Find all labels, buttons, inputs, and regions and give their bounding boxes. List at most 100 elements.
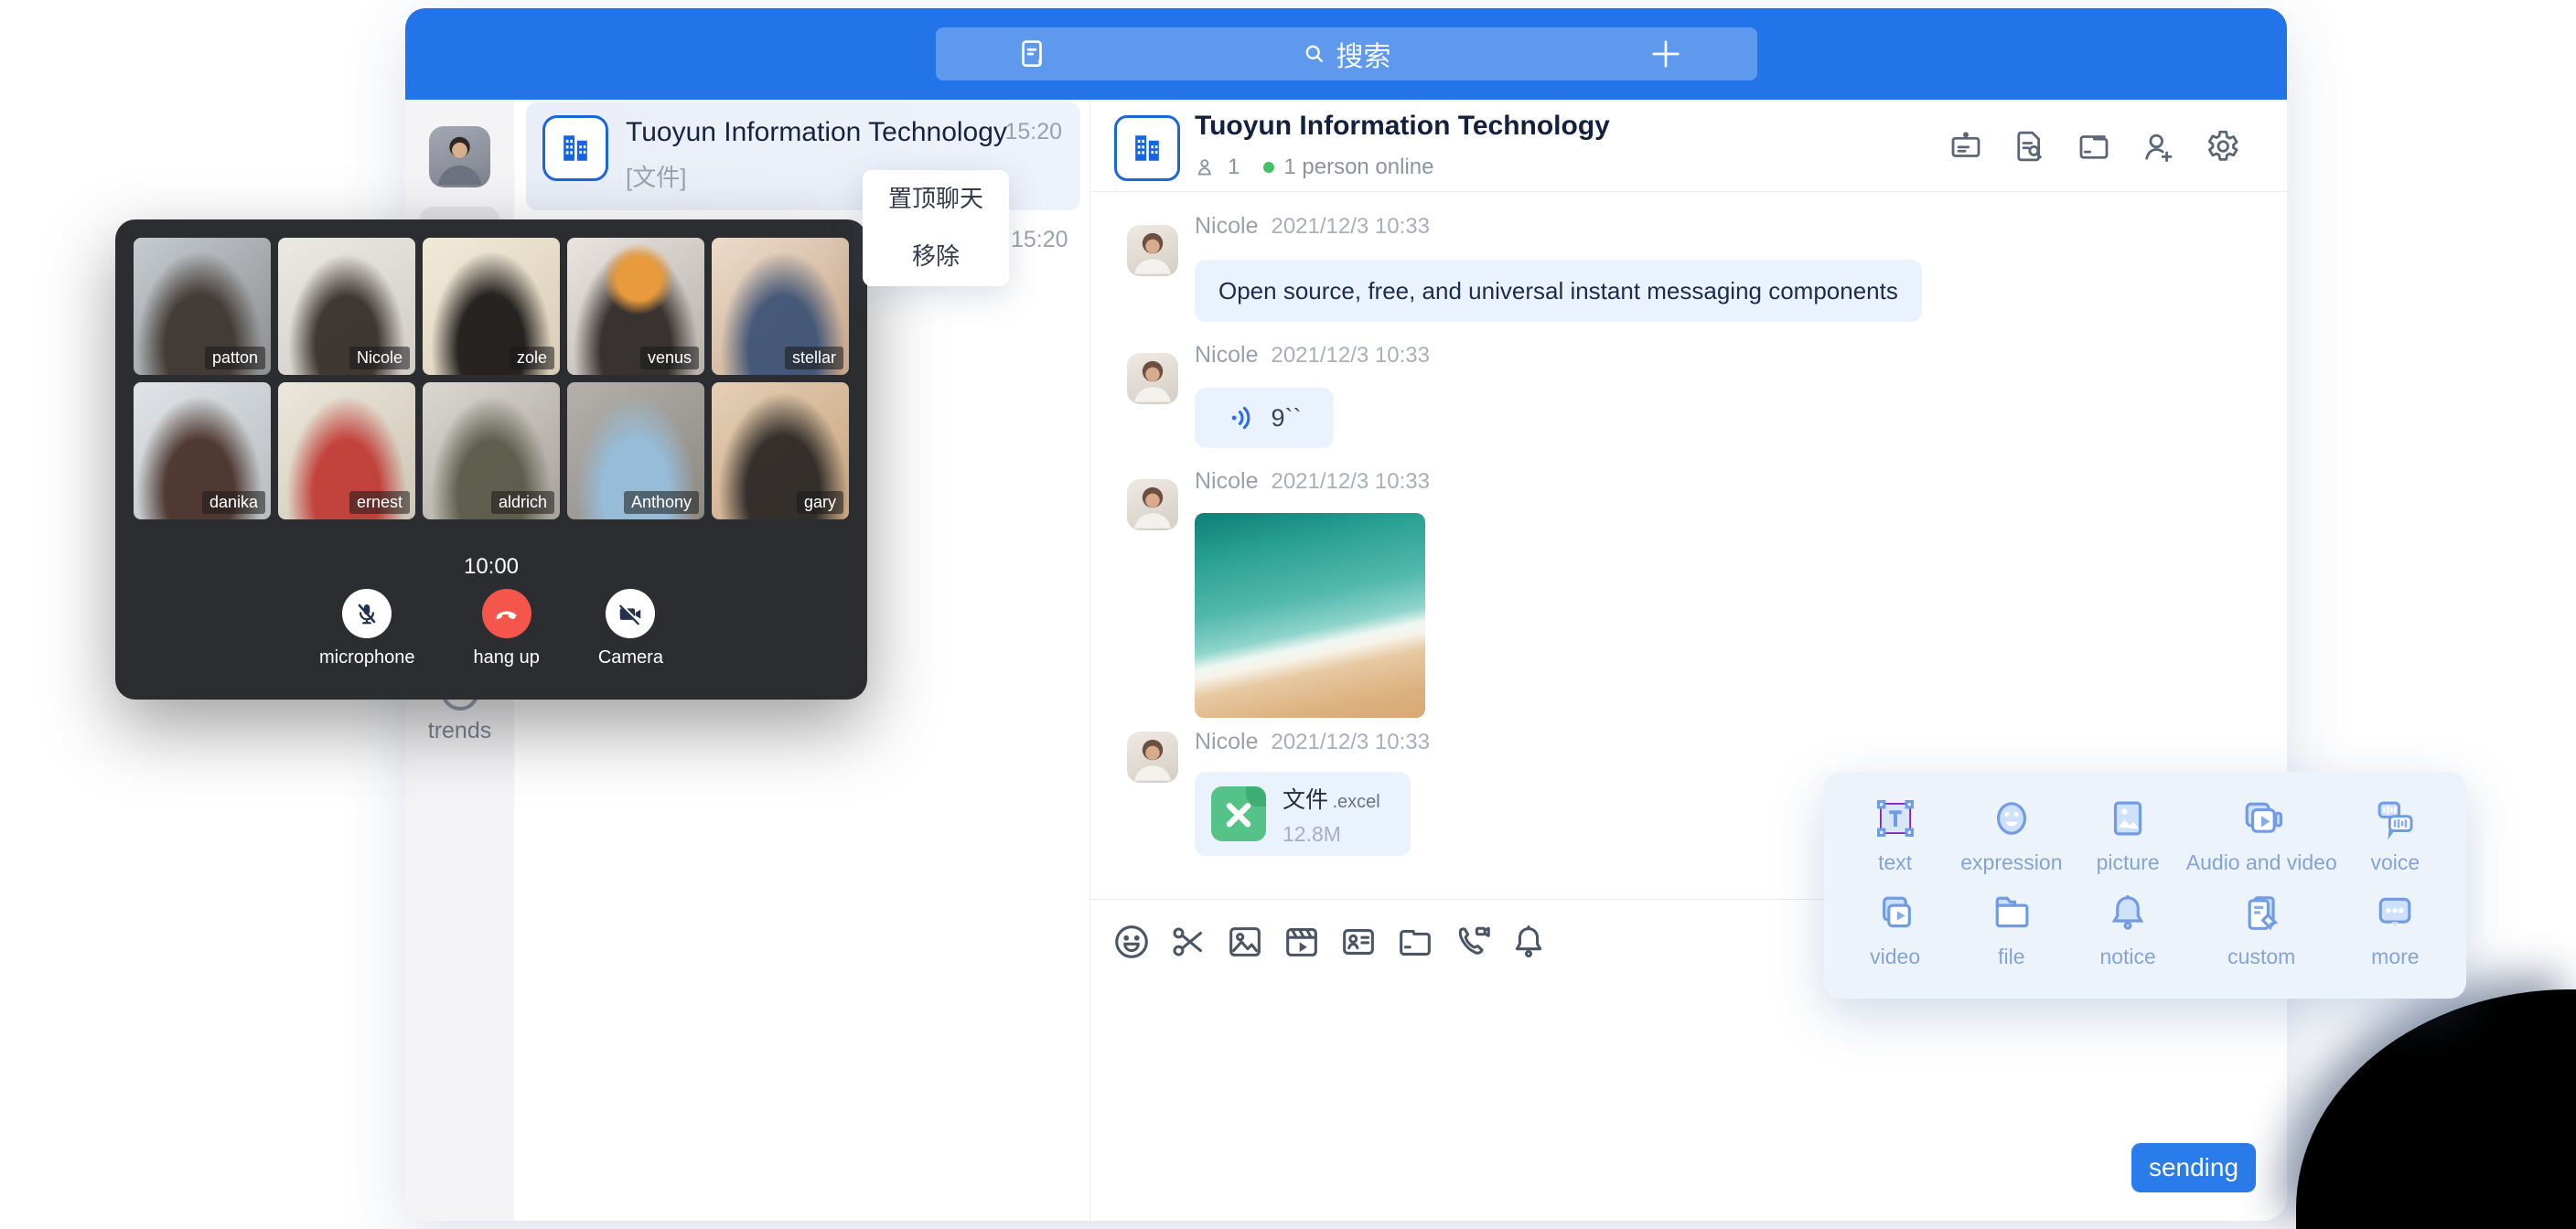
call-timer: 10:00 bbox=[115, 554, 867, 580]
audio-video-icon bbox=[2237, 794, 2286, 843]
contact-card-icon[interactable] bbox=[1337, 921, 1379, 963]
notice-icon bbox=[2103, 888, 2152, 937]
menu-item-remove[interactable]: 移除 bbox=[863, 228, 1009, 285]
text-message-bubble[interactable]: Open source, free, and universal instant… bbox=[1195, 260, 1922, 322]
panel-item-custom[interactable]: custom bbox=[2186, 888, 2337, 982]
online-status: 1 person online bbox=[1283, 155, 1433, 180]
message-type-panel: text expression picture bbox=[1824, 772, 2466, 999]
screenshot-scissors-icon[interactable] bbox=[1167, 921, 1209, 963]
participant-name: ernest bbox=[349, 491, 410, 514]
emoji-icon[interactable] bbox=[1111, 921, 1153, 963]
expression-icon bbox=[1987, 794, 2036, 843]
search-placeholder: 搜索 bbox=[1336, 34, 1391, 74]
hang-up-button[interactable] bbox=[482, 589, 531, 638]
chat-title: Tuoyun Information Technology bbox=[1195, 111, 1610, 142]
call-log-icon[interactable] bbox=[1014, 37, 1049, 71]
composer-toolbar bbox=[1111, 921, 1550, 963]
panel-item-voice[interactable]: voice bbox=[2337, 794, 2453, 888]
panel-item-expression[interactable]: expression bbox=[1953, 794, 2069, 888]
file-folder-icon[interactable] bbox=[1394, 921, 1436, 963]
group-file-icon[interactable] bbox=[2075, 127, 2113, 166]
panel-item-file[interactable]: file bbox=[1953, 888, 2069, 982]
sender-avatar bbox=[1127, 479, 1178, 530]
sender-name: Nicole bbox=[1195, 342, 1258, 369]
notification-bell-icon[interactable] bbox=[1508, 921, 1550, 963]
plus-icon[interactable] bbox=[1648, 36, 1684, 72]
participant-video: zole bbox=[423, 238, 560, 375]
sender-avatar bbox=[1127, 732, 1178, 783]
file-message-bubble[interactable]: 文件 .excel 12.8M bbox=[1195, 772, 1411, 856]
search-input[interactable]: 搜索 bbox=[1302, 27, 1391, 80]
panel-item-text[interactable]: text bbox=[1837, 794, 1953, 888]
participant-video: danika bbox=[134, 382, 271, 519]
message-meta: Nicole 2021/12/3 10:33 bbox=[1195, 213, 1430, 240]
participant-video: stellar bbox=[712, 238, 849, 375]
message-time: 2021/12/3 10:33 bbox=[1271, 343, 1430, 369]
chat-header: Tuoyun Information Technology 1 1 person… bbox=[1090, 100, 2287, 192]
panel-item-video[interactable]: video bbox=[1837, 888, 1953, 982]
conversation-title: Tuoyun Information Technology bbox=[626, 117, 1007, 148]
sender-name: Nicole bbox=[1195, 729, 1258, 755]
settings-gear-icon[interactable] bbox=[2203, 127, 2241, 166]
send-button[interactable]: sending bbox=[2131, 1143, 2256, 1192]
participant-name: danika bbox=[202, 491, 265, 514]
search-bar[interactable]: 搜索 bbox=[936, 27, 1757, 80]
voice-message-bubble[interactable]: 9`` bbox=[1195, 388, 1334, 448]
file-extension: .excel bbox=[1332, 792, 1379, 812]
sender-avatar bbox=[1127, 225, 1178, 276]
image-icon[interactable] bbox=[1224, 921, 1266, 963]
group-notice-icon[interactable] bbox=[1947, 127, 1985, 166]
video-clapper-icon[interactable] bbox=[1281, 921, 1323, 963]
participant-grid: patton Nicole zole venus stellar danika … bbox=[134, 238, 849, 519]
participant-name: aldrich bbox=[491, 491, 554, 514]
call-controls: microphone hang up bbox=[115, 589, 867, 668]
screen: 搜索 trends bbox=[0, 0, 2576, 1229]
participant-name: Nicole bbox=[349, 347, 410, 369]
panel-item-audio-video[interactable]: Audio and video bbox=[2186, 794, 2337, 888]
picture-icon bbox=[2103, 794, 2152, 843]
mic-muted-icon bbox=[353, 600, 381, 627]
search-icon bbox=[1302, 41, 1327, 67]
panel-item-picture[interactable]: picture bbox=[2070, 794, 2186, 888]
video-call-overlay: patton Nicole zole venus stellar danika … bbox=[115, 219, 867, 700]
group-avatar bbox=[542, 115, 608, 181]
panel-item-notice[interactable]: notice bbox=[2070, 888, 2186, 982]
video-icon bbox=[1871, 888, 1920, 937]
video-call-icon[interactable] bbox=[1451, 921, 1493, 963]
my-profile-avatar[interactable] bbox=[429, 126, 490, 187]
sender-avatar bbox=[1127, 353, 1178, 404]
member-icon bbox=[1195, 155, 1218, 179]
more-icon bbox=[2370, 888, 2420, 937]
chat-subtitle: 1 1 person online bbox=[1195, 155, 1433, 180]
text-icon bbox=[1871, 794, 1920, 843]
online-dot bbox=[1263, 162, 1274, 173]
custom-icon bbox=[2237, 888, 2286, 937]
camera-label: Camera bbox=[598, 647, 663, 668]
building-icon bbox=[1127, 128, 1167, 168]
add-member-icon[interactable] bbox=[2139, 127, 2177, 166]
camera-muted-button[interactable] bbox=[606, 589, 655, 638]
participant-video: aldrich bbox=[423, 382, 560, 519]
menu-item-pin-chat[interactable]: 置顶聊天 bbox=[863, 170, 1009, 228]
top-bar: 搜索 bbox=[405, 8, 2287, 100]
participant-name: Anthony bbox=[624, 491, 699, 514]
file-name: 文件 bbox=[1283, 787, 1328, 813]
hang-up-label: hang up bbox=[474, 647, 540, 668]
sender-name: Nicole bbox=[1195, 213, 1258, 240]
participant-video: ernest bbox=[278, 382, 415, 519]
message-meta: Nicole 2021/12/3 10:33 bbox=[1195, 468, 1430, 495]
message-time: 2021/12/3 10:33 bbox=[1271, 214, 1430, 240]
microphone-muted-button[interactable] bbox=[342, 589, 392, 638]
camera-muted-icon bbox=[617, 600, 644, 627]
participant-video: patton bbox=[134, 238, 271, 375]
panel-item-more[interactable]: more bbox=[2337, 888, 2453, 982]
participant-video: Nicole bbox=[278, 238, 415, 375]
conversation-time: 15:20 bbox=[1004, 119, 1062, 145]
chat-record-search-icon[interactable] bbox=[2011, 127, 2049, 166]
message-time: 2021/12/3 10:33 bbox=[1271, 469, 1430, 495]
excel-file-icon bbox=[1211, 786, 1266, 841]
participant-video: gary bbox=[712, 382, 849, 519]
group-avatar[interactable] bbox=[1114, 115, 1180, 181]
background-artifact bbox=[2296, 989, 2576, 1229]
image-message-beach-photo[interactable] bbox=[1195, 513, 1425, 718]
